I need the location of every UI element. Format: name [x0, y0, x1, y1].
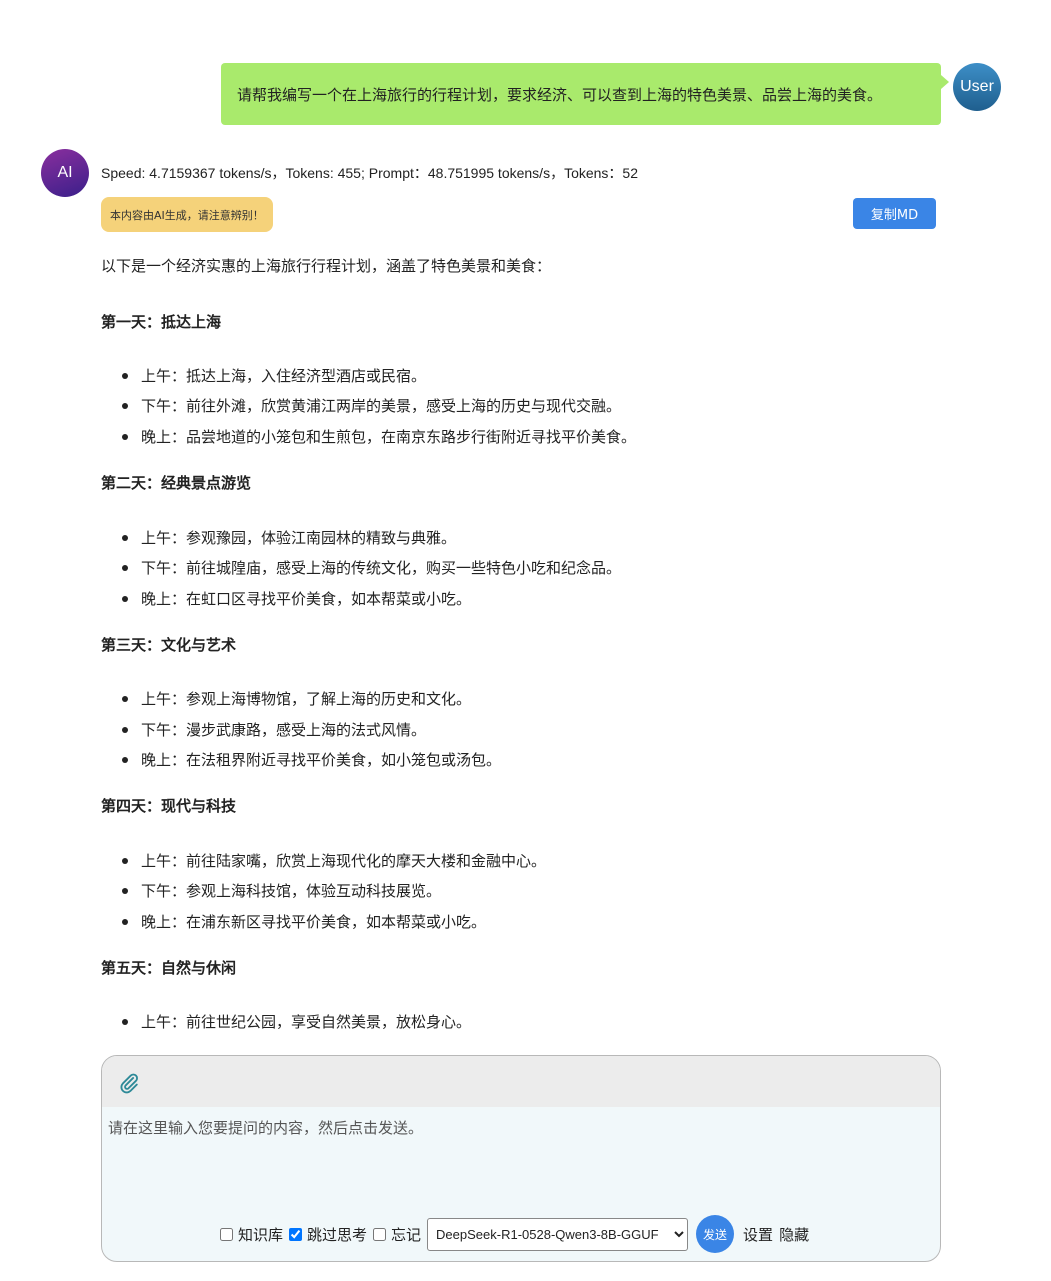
user-message-bubble: 请帮我编写一个在上海旅行的行程计划，要求经济、可以查到上海的特色美景、品尝上海的… [221, 63, 949, 125]
settings-link[interactable]: 设置 [743, 1224, 773, 1245]
list-item: 晚上：在浦东新区寻找平价美食，如本帮菜或小吃。 [121, 913, 487, 931]
user-message-row: 请帮我编写一个在上海旅行的行程计划，要求经济、可以查到上海的特色美景、品尝上海的… [221, 63, 1001, 125]
forget-checkbox[interactable] [373, 1227, 387, 1241]
generation-stats: Speed: 4.7159367 tokens/s，Tokens: 455; P… [101, 165, 639, 181]
list-item: 下午：参观上海科技馆，体验互动科技展览。 [121, 882, 442, 900]
ai-avatar: AI [41, 149, 89, 197]
list-item: 上午：前往世纪公园，享受自然美景，放松身心。 [121, 1013, 472, 1031]
skip-think-checkbox[interactable] [289, 1227, 303, 1241]
skip-think-label: 跳过思考 [307, 1225, 368, 1244]
input-controls: 知识库 跳过思考 忘记 DeepSeek-R1-0528-Qwen3-8B-GG… [220, 1215, 815, 1253]
hide-link[interactable]: 隐藏 [779, 1224, 809, 1245]
paperclip-icon[interactable] [118, 1072, 140, 1094]
model-select[interactable]: DeepSeek-R1-0528-Qwen3-8B-GGUF [427, 1217, 689, 1251]
list-item: 下午：漫步武康路，感受上海的法式风情。 [121, 721, 427, 739]
list-item: 下午：前往城隍庙，感受上海的传统文化，购买一些特色小吃和纪念品。 [121, 559, 622, 577]
response-intro: 以下是一个经济实惠的上海旅行行程计划，涵盖了特色美景和美食： [101, 257, 552, 275]
user-message-text: 请帮我编写一个在上海旅行的行程计划，要求经济、可以查到上海的特色美景、品尝上海的… [237, 85, 883, 104]
list-item: 上午：前往陆家嘴，欣赏上海现代化的摩天大楼和金融中心。 [121, 852, 547, 870]
copy-md-button[interactable]: 复制MD [853, 198, 936, 229]
day-title: 第四天：现代与科技 [101, 797, 237, 815]
list-item: 上午：参观上海博物馆，了解上海的历史和文化。 [121, 690, 472, 708]
list-item: 上午：抵达上海，入住经济型酒店或民宿。 [121, 367, 427, 385]
forget-label: 忘记 [391, 1225, 422, 1244]
day-title: 第一天：抵达上海 [101, 313, 222, 331]
user-avatar: User [953, 63, 1001, 111]
forget-toggle[interactable]: 忘记 [373, 1224, 421, 1245]
day-title: 第二天：经典景点游览 [101, 474, 252, 492]
list-item: 下午：前往外滩，欣赏黄浦江两岸的美景，感受上海的历史与现代交融。 [121, 397, 622, 415]
list-item: 晚上：在法租界附近寻找平价美食，如小笼包或汤包。 [121, 751, 502, 769]
knowledge-base-label: 知识库 [238, 1225, 284, 1244]
input-panel: 知识库 跳过思考 忘记 DeepSeek-R1-0528-Qwen3-8B-GG… [101, 1055, 941, 1262]
day-title: 第三天：文化与艺术 [101, 636, 237, 654]
skip-think-toggle[interactable]: 跳过思考 [289, 1224, 367, 1245]
day-title: 第五天：自然与休闲 [101, 959, 237, 977]
knowledge-base-checkbox[interactable] [220, 1227, 233, 1241]
list-item: 晚上：在虹口区寻找平价美食，如本帮菜或小吃。 [121, 590, 472, 608]
send-button[interactable]: 发送 [696, 1215, 735, 1253]
input-toolbar [102, 1056, 940, 1107]
ai-warning-badge: 本内容由AI生成，请注意辨别！ [101, 197, 273, 232]
prompt-input[interactable] [102, 1107, 940, 1207]
list-item: 晚上：品尝地道的小笼包和生煎包，在南京东路步行街附近寻找平价美食。 [121, 428, 637, 446]
knowledge-base-toggle[interactable]: 知识库 [220, 1224, 283, 1245]
chat-page: 请帮我编写一个在上海旅行的行程计划，要求经济、可以查到上海的特色美景、品尝上海的… [0, 0, 1051, 1281]
list-item: 上午：参观豫园，体验江南园林的精致与典雅。 [121, 529, 457, 547]
